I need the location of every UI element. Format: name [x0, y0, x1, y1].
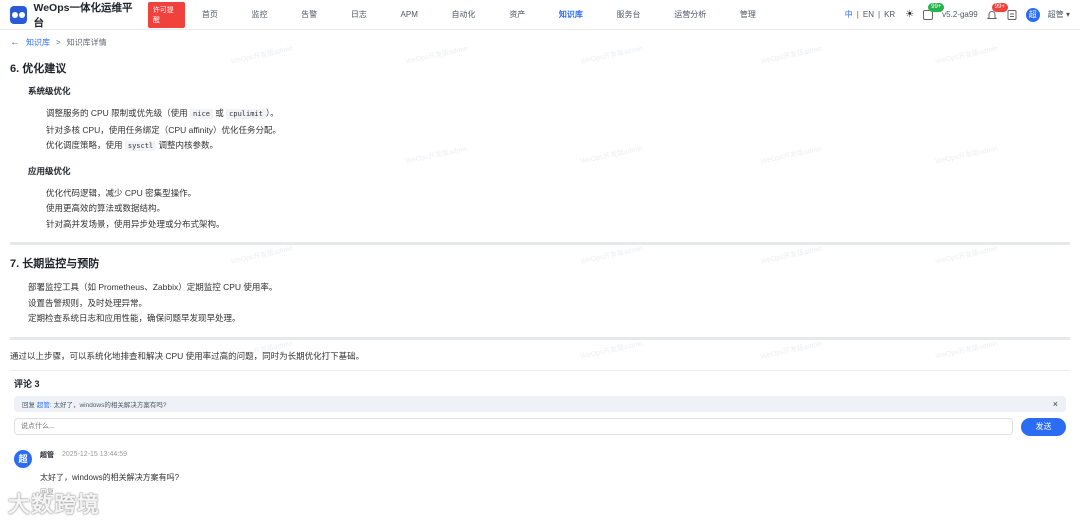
- list-item: 定期检查系统日志和应用性能，确保问题早发现早处理。: [28, 313, 241, 323]
- main-nav: 首页 监控 告警 日志 APM 自动化 资产 知识库 服务台 运营分析 管理: [185, 0, 843, 30]
- task-icon[interactable]: 99+: [922, 2, 945, 21]
- lang-separator: |: [856, 10, 859, 19]
- comments-section: 评论 3 回复 超管: 太好了，windows的相关解决方案有吗? × 发送 超…: [10, 369, 1070, 497]
- user-menu[interactable]: 超管 ▾: [1048, 9, 1070, 20]
- list-item: 针对多核 CPU，使用任务绑定（CPU affinity）优化任务分配。: [46, 124, 282, 135]
- article-content: 6. 优化建议 系统级优化 调整服务的 CPU 限制或优先级（使用 nice 或…: [0, 60, 1080, 497]
- nav-item-apm[interactable]: APM: [393, 0, 426, 30]
- comment-text: 太好了，windows的相关解决方案有吗?: [40, 472, 180, 482]
- comments-title: 评论 3: [14, 378, 40, 389]
- section6-sub1: 系统级优化: [28, 86, 71, 96]
- task-badge: 99+: [928, 2, 945, 12]
- brand-watermark: 大数跨境: [8, 492, 101, 517]
- comment-item: 超 超管 2025-12-15 13:44:59 太好了，windows的相关解决…: [14, 449, 1066, 497]
- comment-time: 2025-12-15 13:44:59: [62, 451, 127, 458]
- document-icon[interactable]: [1006, 9, 1018, 21]
- section7-title: 7. 长期监控与预防: [10, 258, 100, 270]
- user-avatar[interactable]: 超: [1025, 7, 1040, 22]
- divider: [10, 336, 1070, 340]
- bell-icon[interactable]: 99+: [986, 2, 1008, 21]
- nav-item-log[interactable]: 日志: [343, 0, 375, 30]
- list-item: 优化调度策略，使用 sysctl 调整内核参数。: [46, 140, 219, 151]
- nav-item-admin[interactable]: 管理: [732, 0, 764, 30]
- brand[interactable]: WeOps一体化运维平台 许可提醒: [10, 0, 185, 30]
- list-item: 设置告警规则，及时处理异常。: [28, 297, 148, 308]
- reply-to-user: 超管:: [36, 401, 52, 409]
- comment-author: 超管: [40, 451, 54, 459]
- nav-item-alert[interactable]: 告警: [293, 0, 325, 30]
- comment-input[interactable]: [14, 418, 1013, 435]
- language-switcher: 中 | EN | KR: [843, 9, 897, 20]
- breadcrumb-parent[interactable]: 知识库: [26, 37, 50, 48]
- section6-title: 6. 优化建议: [10, 63, 67, 75]
- user-name: 超管: [1047, 10, 1064, 19]
- theme-toggle-icon[interactable]: ☀: [905, 9, 914, 20]
- breadcrumb-current: 知识库详情: [66, 37, 107, 47]
- list-item: 调整服务的 CPU 限制或优先级（使用 nice 或 cpulimit）。: [46, 108, 279, 119]
- chevron-down-icon: ▾: [1065, 10, 1070, 19]
- list-item: 部署监控工具（如 Prometheus、Zabbix）定期监控 CPU 使用率。: [28, 282, 278, 292]
- top-navbar: WeOps一体化运维平台 许可提醒 首页 监控 告警 日志 APM 自动化 资产…: [0, 0, 1080, 30]
- inline-code: cpulimit: [226, 109, 266, 119]
- nav-item-knowledge[interactable]: 知识库: [551, 0, 591, 30]
- lang-kr[interactable]: KR: [882, 10, 897, 19]
- nav-item-service-desk[interactable]: 服务台: [609, 0, 649, 30]
- divider: [10, 242, 1070, 245]
- nav-item-automation[interactable]: 自动化: [444, 0, 484, 30]
- logo-icon: [10, 5, 28, 24]
- license-reminder-button[interactable]: 许可提醒: [147, 1, 185, 28]
- app-title: WeOps一体化运维平台: [33, 1, 133, 29]
- close-icon[interactable]: ×: [1053, 399, 1058, 409]
- nav-item-monitor[interactable]: 监控: [244, 0, 276, 30]
- reply-quote: 太好了，windows的相关解决方案有吗?: [53, 401, 167, 409]
- inline-code: nice: [190, 109, 213, 119]
- summary-text: 通过以上步骤，可以系统化地排查和解决 CPU 使用率过高的问题，同时为长期优化打…: [10, 350, 365, 361]
- lang-en[interactable]: EN: [861, 10, 876, 19]
- list-item: 使用更高效的算法或数据结构。: [46, 203, 166, 213]
- reply-target-bar: 回复 超管: 太好了，windows的相关解决方案有吗? ×: [14, 395, 1066, 412]
- list-item: 针对高并发场景，使用异步处理或分布式架构。: [46, 218, 225, 229]
- nav-item-home[interactable]: 首页: [194, 0, 226, 30]
- nav-item-analytics[interactable]: 运营分析: [666, 0, 714, 30]
- nav-item-assets[interactable]: 资产: [501, 0, 533, 30]
- avatar: 超: [14, 449, 32, 468]
- header-right: 中 | EN | KR ☀ 99+ v5.2-ga99 99+ 超 超管 ▾: [843, 2, 1070, 22]
- reply-prefix: 回复: [22, 401, 35, 409]
- section6-sub2: 应用级优化: [28, 165, 71, 176]
- lang-zh[interactable]: 中: [843, 10, 855, 19]
- breadcrumb: ← 知识库 > 知识库详情: [0, 30, 1080, 54]
- send-button[interactable]: 发送: [1021, 417, 1066, 436]
- version-label: v5.2-ga99: [942, 10, 978, 19]
- back-arrow-icon[interactable]: ←: [10, 37, 20, 48]
- list-item: 优化代码逻辑，减少 CPU 密集型操作。: [46, 187, 197, 198]
- inline-code: sysctl: [124, 141, 157, 151]
- breadcrumb-separator: >: [56, 37, 61, 47]
